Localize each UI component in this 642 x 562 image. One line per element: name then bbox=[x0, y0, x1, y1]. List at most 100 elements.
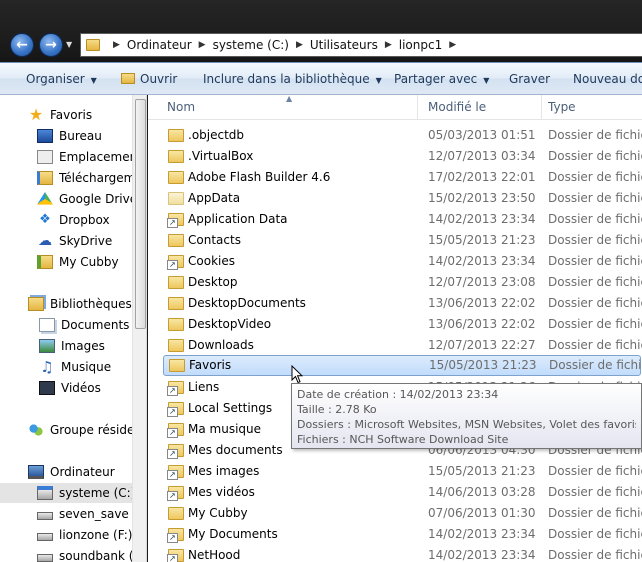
sidebar-item-pictures[interactable]: Images bbox=[0, 336, 132, 356]
table-row[interactable]: Adobe Flash Builder 4.6 17/02/2013 22:01 D… bbox=[148, 167, 642, 188]
table-row[interactable]: .objectdb 05/03/2013 01:51 Dossier de fich… bbox=[148, 125, 642, 146]
sidebar-item-documents[interactable]: Documents bbox=[0, 315, 132, 335]
file-name: Contacts bbox=[188, 233, 241, 247]
file-name: Adobe Flash Builder 4.6 bbox=[188, 170, 331, 184]
organise-button[interactable]: Organiser ▼ bbox=[26, 72, 97, 86]
back-button[interactable]: ← bbox=[10, 33, 34, 57]
cubby-folder-icon bbox=[37, 255, 53, 269]
address-bar[interactable]: ▶ Ordinateur ▶ systeme (C:) ▶ Utilisateu… bbox=[80, 33, 642, 57]
table-row[interactable]: Mes vidéos 14/06/2013 03:28 Dossier de fic… bbox=[148, 482, 642, 503]
file-modified-date: 14/02/2013 23:34 bbox=[428, 548, 536, 562]
sidebar-item-drive-f[interactable]: lionzone (F:) bbox=[0, 525, 132, 545]
chevron-right-icon[interactable]: ▶ bbox=[199, 40, 206, 50]
file-modified-date: 17/02/2013 22:01 bbox=[428, 170, 536, 184]
burn-button[interactable]: Graver bbox=[509, 72, 550, 86]
sidebar-header-favorites[interactable]: ★ Favoris bbox=[0, 105, 132, 125]
sidebar-item-dropbox[interactable]: ❖ Dropbox bbox=[0, 210, 132, 230]
folder-icon bbox=[167, 423, 184, 438]
sidebar-item-drive-c[interactable]: systeme (C:) bbox=[0, 483, 132, 503]
arrow-right-icon: → bbox=[45, 37, 57, 53]
chevron-right-icon[interactable]: ▶ bbox=[296, 40, 303, 50]
system-drive-icon bbox=[37, 486, 53, 500]
recent-pages-dropdown-icon[interactable]: ▼ bbox=[66, 40, 72, 49]
folder-icon bbox=[168, 192, 184, 205]
share-label: Partager avec bbox=[394, 72, 478, 86]
breadcrumb-users[interactable]: Utilisateurs bbox=[310, 38, 378, 52]
open-button[interactable]: Ouvrir bbox=[121, 72, 177, 86]
column-divider[interactable] bbox=[541, 95, 542, 120]
table-row[interactable]: My Cubby 07/06/2013 01:30 Dossier de fichi… bbox=[148, 503, 642, 524]
table-row[interactable]: Application Data 14/02/2013 23:34 Dossier … bbox=[148, 209, 642, 230]
file-modified-date: 15/02/2013 23:50 bbox=[428, 191, 536, 205]
new-folder-button[interactable]: Nouveau dos bbox=[573, 72, 642, 86]
sidebar-item-my-cubby[interactable]: My Cubby bbox=[0, 252, 132, 272]
dropbox-icon: ❖ bbox=[39, 212, 51, 227]
sidebar-item-drive-g[interactable]: soundbank (G:) bbox=[0, 546, 132, 562]
computer-icon bbox=[28, 465, 44, 479]
tooltip-folders: Dossiers : Microsoft Websites, MSN Websi… bbox=[297, 418, 636, 431]
table-row[interactable]: My Documents 14/02/2013 23:34 Dossier de f… bbox=[148, 524, 642, 545]
sidebar-scrollbar[interactable] bbox=[132, 95, 146, 562]
folder-icon bbox=[167, 213, 184, 228]
folder-open-icon bbox=[121, 73, 135, 84]
file-type: Dossier de fichiers bbox=[548, 233, 642, 247]
table-row[interactable]: Cookies 14/02/2013 23:34 Dossier de fichie… bbox=[148, 251, 642, 272]
open-label: Ouvrir bbox=[140, 72, 178, 86]
libraries-icon bbox=[28, 297, 44, 311]
table-row[interactable]: NetHood 14/02/2013 23:34 Dossier de fichie… bbox=[148, 545, 642, 562]
table-row[interactable]: Mes images 15/05/2013 21:23 Dossier de fic… bbox=[148, 461, 642, 482]
sidebar-item-places[interactable]: Emplacements bbox=[0, 147, 132, 167]
folder-icon bbox=[167, 528, 184, 543]
sort-ascending-icon: ▲ bbox=[286, 95, 293, 103]
caret-down-icon: ▼ bbox=[90, 76, 97, 85]
sidebar-scrollbar-thumb[interactable] bbox=[135, 99, 146, 329]
sidebar-item-skydrive[interactable]: ☁ SkyDrive bbox=[0, 231, 132, 251]
table-row[interactable]: AppData 15/02/2013 23:50 Dossier de fichie… bbox=[148, 188, 642, 209]
navigation-pane[interactable]: ★ Favoris Bureau Emplacements Télécharge… bbox=[0, 95, 147, 562]
table-row[interactable]: Desktop 12/07/2013 23:08 Dossier de fichie… bbox=[148, 272, 642, 293]
sidebar-item-desktop[interactable]: Bureau bbox=[0, 126, 132, 146]
table-row[interactable]: .VirtualBox 12/07/2013 03:34 Dossier de fi… bbox=[148, 146, 642, 167]
file-modified-date: 14/02/2013 23:34 bbox=[428, 254, 536, 268]
file-type: Dossier de fichiers bbox=[548, 275, 642, 289]
table-row[interactable]: DesktopDocuments 13/06/2013 22:02 Dossier … bbox=[148, 293, 642, 314]
chevron-right-icon[interactable]: ▶ bbox=[113, 40, 120, 50]
share-with-button[interactable]: Partager avec ▼ bbox=[394, 72, 489, 86]
file-name: Mes images bbox=[188, 464, 260, 478]
sidebar-item-music[interactable]: ♫ Musique bbox=[0, 357, 132, 377]
sidebar-item-videos[interactable]: Vidéos bbox=[0, 378, 132, 398]
file-name: NetHood bbox=[188, 548, 241, 562]
sidebar-item-downloads[interactable]: Téléchargements bbox=[0, 168, 132, 188]
sidebar-item-google-drive[interactable]: Google Drive bbox=[0, 189, 132, 209]
table-row-selected[interactable]: Favoris 15/05/2013 21:23 Dossier de fichie… bbox=[163, 355, 642, 376]
column-header-name[interactable]: Nom bbox=[167, 100, 195, 114]
folder-icon bbox=[168, 171, 184, 184]
table-row[interactable]: DesktopVideo 13/06/2013 22:02 Dossier de f… bbox=[148, 314, 642, 335]
column-header-type[interactable]: Type bbox=[548, 100, 576, 114]
breadcrumb-drive[interactable]: systeme (C:) bbox=[213, 38, 289, 52]
folder-icon bbox=[168, 339, 184, 352]
tooltip-size: Taille : 2.78 Ko bbox=[297, 403, 377, 416]
file-list[interactable]: ▲ Nom Modifié le Type .objectdb 05/03/201… bbox=[148, 95, 642, 562]
file-modified-date: 15/05/2013 21:23 bbox=[428, 233, 536, 247]
table-row[interactable]: Contacts 15/05/2013 21:23 Dossier de fichi… bbox=[148, 230, 642, 251]
column-header-modified[interactable]: Modifié le bbox=[428, 100, 486, 114]
file-name: .VirtualBox bbox=[188, 149, 254, 163]
sidebar-item-drive-d[interactable]: seven_save (D:) bbox=[0, 504, 132, 524]
chevron-right-icon[interactable]: ▶ bbox=[385, 40, 392, 50]
chevron-right-icon[interactable]: ▶ bbox=[449, 40, 456, 50]
breadcrumb-user[interactable]: lionpc1 bbox=[399, 38, 442, 52]
file-type: Dossier de fichiers bbox=[548, 506, 642, 520]
table-row[interactable]: Downloads 12/07/2013 22:27 Dossier de fich… bbox=[148, 335, 642, 356]
forward-button[interactable]: → bbox=[39, 33, 63, 57]
breadcrumb-computer[interactable]: Ordinateur bbox=[127, 38, 192, 52]
sidebar-item-homegroup[interactable]: Groupe résidentiel bbox=[0, 420, 132, 440]
sidebar-header-libraries[interactable]: Bibliothèques bbox=[0, 294, 132, 314]
file-type: Dossier de fichiers bbox=[548, 296, 642, 310]
file-type: Dossier de fichiers bbox=[548, 170, 642, 184]
file-type: Dossier de fichiers bbox=[548, 464, 642, 478]
sidebar-header-computer[interactable]: Ordinateur bbox=[0, 462, 132, 482]
google-drive-icon bbox=[37, 192, 53, 205]
column-divider[interactable] bbox=[417, 95, 418, 120]
include-in-library-button[interactable]: Inclure dans la bibliothèque ▼ bbox=[203, 72, 382, 86]
